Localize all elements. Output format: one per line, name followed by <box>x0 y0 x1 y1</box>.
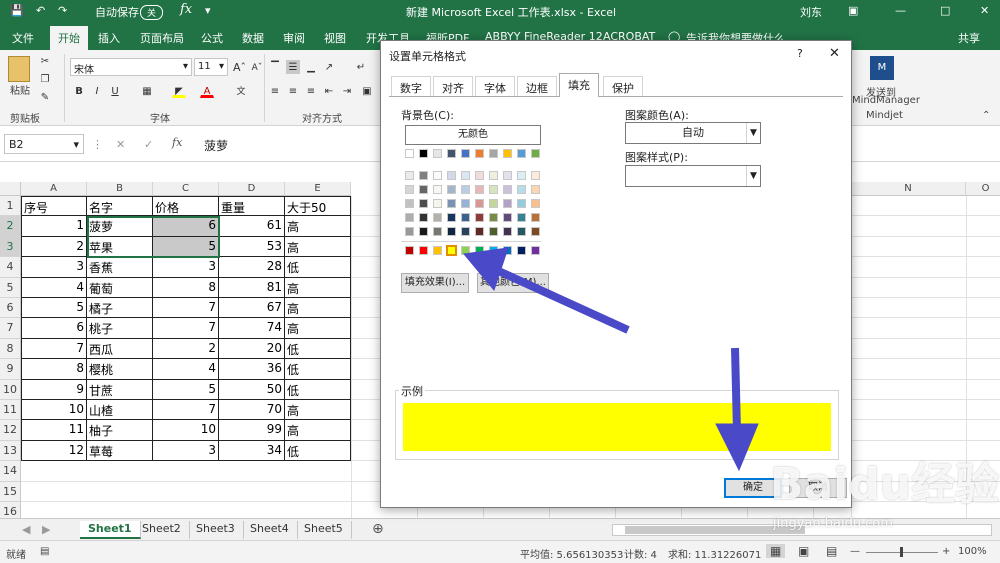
arrow-to-ok-button <box>731 347 741 433</box>
arrow-head-swatch <box>463 247 509 292</box>
watermark: Baidu经验 jingyan.baidu.com <box>755 440 1000 540</box>
arrow-head-ok <box>715 423 759 472</box>
watermark-url: jingyan.baidu.com <box>773 516 893 531</box>
watermark-brand: Baidu经验 <box>770 459 1000 510</box>
arrow-to-yellow-swatch <box>490 264 630 334</box>
